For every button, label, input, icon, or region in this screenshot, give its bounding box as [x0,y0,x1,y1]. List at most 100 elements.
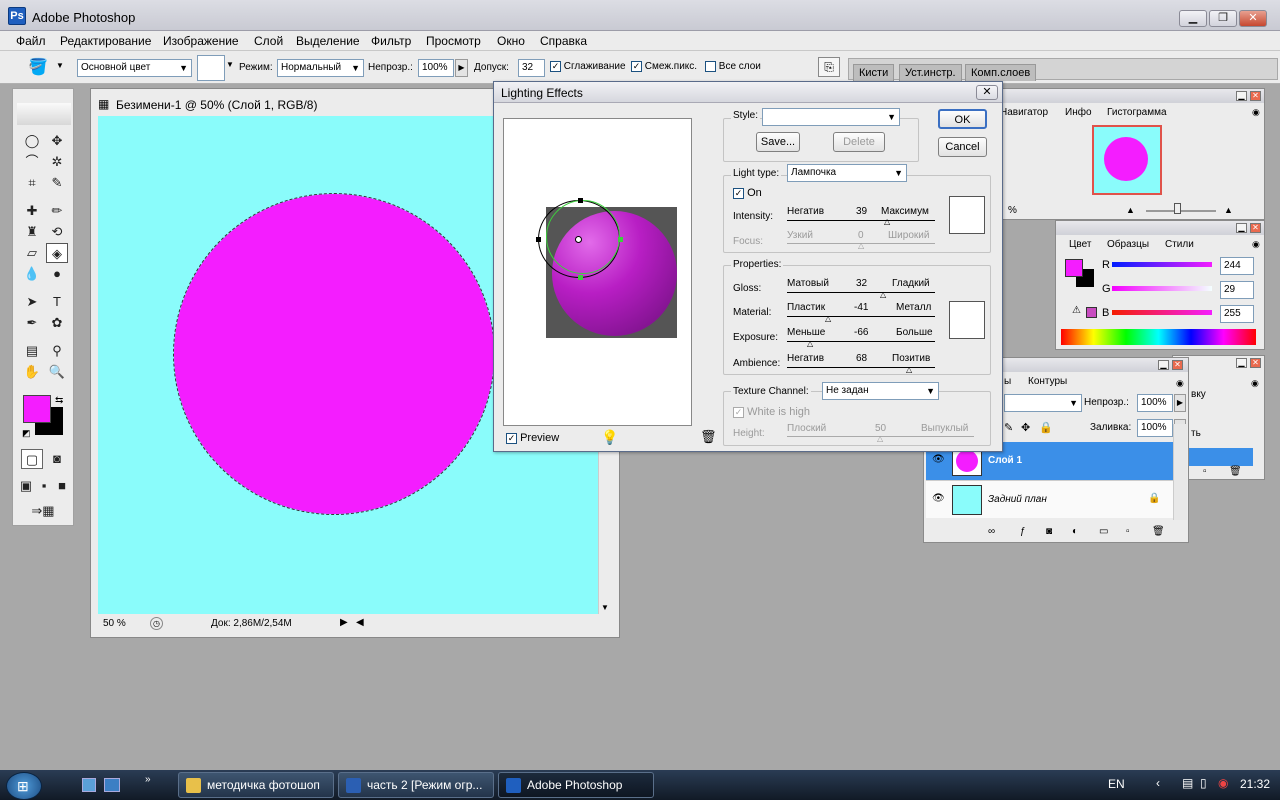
green-input[interactable]: 29 [1220,281,1254,299]
brush-icon[interactable]: ✏ [46,201,68,221]
gloss-slider[interactable] [787,292,935,293]
save-style-button[interactable]: Save... [756,132,800,152]
restore-button[interactable]: ❐ [1209,10,1237,27]
menu-layer[interactable]: Слой [254,34,283,48]
file-browser-icon[interactable]: ⎘ [818,57,840,77]
tray-expand-icon[interactable]: ‹ [1156,776,1160,790]
layer-name[interactable]: Задний план [988,494,1047,505]
color-foreground-swatch[interactable] [1065,259,1083,277]
standard-mode-icon[interactable]: ▢ [21,449,43,469]
light-type-select[interactable]: Лампочка ▼ [787,164,907,182]
quick-launch-icon-1[interactable] [82,778,96,792]
menu-image[interactable]: Изображение [163,34,239,48]
slice-icon[interactable]: ✎ [46,173,68,193]
blur-icon[interactable]: 💧 [21,264,43,284]
minimize-button[interactable]: ▁ [1179,10,1207,27]
layer-style-icon[interactable]: ƒ [1020,526,1026,537]
status-menu-icon[interactable]: ◷ [150,617,163,630]
navigator-minimize-icon[interactable]: ▁ [1236,91,1247,101]
hidden-panel-minimize-icon[interactable]: ▁ [1236,358,1247,368]
visibility-eye-icon[interactable]: 👁 [932,493,945,504]
crop-icon[interactable]: ⌗ [21,173,43,193]
start-button[interactable]: ⊞ [6,772,42,800]
ambient-color-swatch[interactable] [949,301,985,339]
antialias-checkbox[interactable]: ✓ [550,61,561,72]
adjustment-layer-icon[interactable]: ◐ [1072,526,1078,537]
light-focus-ring[interactable] [546,200,620,274]
tolerance-input[interactable]: 32 [518,59,545,77]
tab-layers-partial[interactable]: ы [1004,376,1011,387]
layer-row-background[interactable]: 👁 Задний план 🔒 [926,480,1173,518]
lock-all-icon[interactable]: 🔒 [1039,421,1053,434]
tab-histogram[interactable]: Гистограмма [1107,107,1167,118]
style-select[interactable]: ▼ [762,108,900,126]
lock-position-icon[interactable]: ✥ [1021,421,1030,434]
ok-button[interactable]: OK [938,109,987,129]
light-bulb-icon[interactable]: 💡 [601,429,618,446]
new-layer-icon[interactable]: ▫ [1126,526,1130,537]
opacity-slider-arrow-icon[interactable]: ▶ [455,59,468,77]
mode-select[interactable]: Нормальный ▼ [277,59,364,77]
delete-style-button[interactable]: Delete [833,132,885,152]
layer-group-icon[interactable]: ▭ [1099,526,1108,537]
magic-wand-icon[interactable]: ✲ [46,152,68,172]
tab-swatches[interactable]: Образцы [1107,239,1149,250]
zoom-level[interactable]: 50 % [103,618,126,629]
focus-thumb[interactable]: △ [858,242,864,250]
paint-bucket-icon[interactable]: ◈ [46,243,68,263]
gamut-warning-icon[interactable]: ⚠ [1072,305,1081,316]
all-layers-checkbox-group[interactable]: Все слои [705,61,761,72]
menu-file[interactable]: Файл [16,34,46,48]
white-is-high-checkbox-group[interactable]: ✓ White is high [733,406,810,418]
contiguous-checkbox-group[interactable]: ✓ Смеж.пикс. [631,61,697,72]
light-center-handle[interactable] [575,236,582,243]
tab-navigator[interactable]: Навигатор [1000,107,1048,118]
white-is-high-checkbox[interactable]: ✓ [733,406,744,418]
menu-select[interactable]: Выделение [296,34,360,48]
dialog-close-button[interactable]: ✕ [976,85,998,100]
pattern-arrow-icon[interactable]: ▼ [226,60,234,69]
gamut-color-swatch[interactable] [1086,307,1097,318]
menu-edit[interactable]: Редактирование [60,34,151,48]
hidden-panel-close-icon[interactable]: ✕ [1250,358,1261,368]
trash-icon[interactable]: 🗑 [700,429,717,445]
green-slider[interactable] [1112,286,1212,291]
material-thumb[interactable]: △ [825,315,831,323]
pattern-picker[interactable] [197,55,225,81]
tab-info[interactable]: Инфо [1065,107,1092,118]
layers-scrollbar[interactable] [1173,424,1187,520]
menu-view[interactable]: Просмотр [426,34,481,48]
contiguous-checkbox[interactable]: ✓ [631,61,642,72]
preview-checkbox[interactable]: ✓ [506,432,517,444]
hidden-panel-menu-icon[interactable]: ◉ [1251,378,1259,389]
notes-icon[interactable]: ▤ [21,341,43,361]
intensity-slider[interactable] [787,220,935,221]
gloss-thumb[interactable]: △ [880,291,886,299]
default-colors-icon[interactable]: ◩ [22,428,31,439]
navigator-menu-icon[interactable]: ◉ [1252,107,1260,118]
height-thumb[interactable]: △ [877,435,883,443]
foreground-color-swatch[interactable] [23,395,51,423]
healing-brush-icon[interactable]: ✚ [21,201,43,221]
zoom-icon[interactable]: 🔍 [46,362,68,382]
layer-name[interactable]: Слой 1 [988,455,1022,466]
swap-colors-icon[interactable]: ⇆ [55,395,63,406]
zoom-in-icon[interactable]: ▲ [1224,205,1233,215]
all-layers-checkbox[interactable] [705,61,716,72]
light-right-handle[interactable] [618,237,623,242]
status-arrow-icon[interactable]: ▶ [340,617,348,628]
blue-slider[interactable] [1112,310,1212,315]
magenta-circle-selection[interactable] [173,193,495,515]
antialias-checkbox-group[interactable]: ✓ Сглаживание [550,61,626,72]
quick-launch-overflow-icon[interactable]: » [145,774,151,785]
well-tab-brushes[interactable]: Кисти [853,64,895,81]
navigator-close-icon[interactable]: ✕ [1250,91,1261,101]
cancel-button[interactable]: Cancel [938,137,987,157]
history-brush-icon[interactable]: ⟲ [46,222,68,242]
screen-mode-full-menu-icon[interactable]: ▪ [35,476,53,496]
task-word-document[interactable]: часть 2 [Режим огр... [338,772,494,798]
quick-mask-icon[interactable]: ◙ [46,449,68,469]
preview-checkbox-group[interactable]: ✓ Preview [506,432,559,444]
blend-mode-select[interactable]: ▼ [1004,394,1082,412]
scroll-down-icon[interactable]: ▼ [601,603,609,612]
